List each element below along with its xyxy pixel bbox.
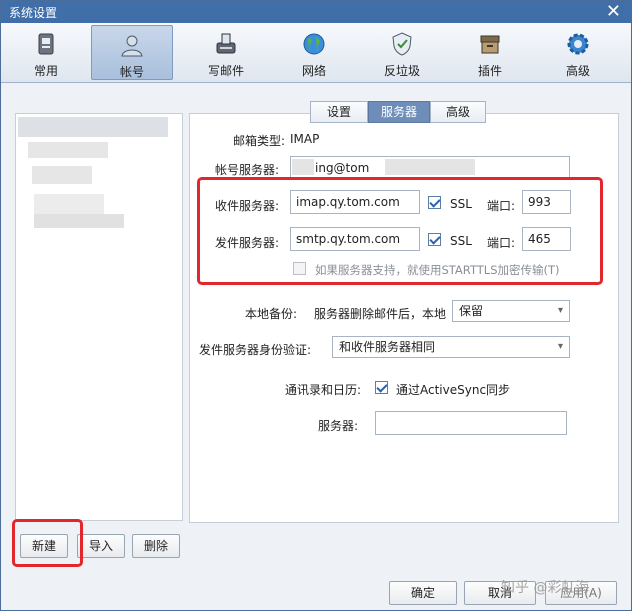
- toolbar-advanced[interactable]: 高级: [537, 25, 619, 80]
- account-server-value: ing@tom: [315, 161, 370, 175]
- toolbar-antispam[interactable]: 反垃圾: [361, 25, 443, 80]
- window-title: 系统设置: [9, 6, 58, 20]
- account-icon: [121, 35, 143, 57]
- toolbar-compose[interactable]: 写邮件: [185, 25, 267, 80]
- plugin-icon: [480, 35, 500, 54]
- redacted-text: [292, 159, 314, 175]
- redacted-account: [28, 142, 108, 158]
- chevron-down-icon: ▾: [557, 305, 563, 316]
- outgoing-ssl-label: SSL: [450, 234, 472, 248]
- tab-advanced[interactable]: 高级: [430, 101, 486, 123]
- title-bar: 系统设置 ✕: [1, 1, 631, 23]
- toolbar-plugin[interactable]: 插件: [449, 25, 531, 80]
- general-icon: [38, 33, 54, 55]
- chevron-down-icon: ▾: [557, 341, 563, 352]
- local-backup-value: 保留: [459, 304, 484, 318]
- tab-settings[interactable]: 设置: [310, 101, 368, 123]
- redacted-text: [385, 159, 475, 175]
- redacted-account: [34, 194, 104, 214]
- new-account-button[interactable]: 新建: [20, 534, 68, 558]
- toolbar-general[interactable]: 常用: [5, 25, 87, 80]
- incoming-server-label: 收件服务器:: [215, 199, 280, 213]
- redacted-account: [32, 166, 92, 184]
- toolbar-label: 插件: [477, 64, 502, 78]
- local-backup-select[interactable]: 保留 ▾: [452, 300, 570, 322]
- contacts-calendar-label: 通讯录和日历:: [285, 383, 362, 397]
- account-list[interactable]: [15, 113, 183, 521]
- toolbar-account[interactable]: 帐号: [91, 25, 173, 80]
- toolbar-network[interactable]: 网络: [273, 25, 355, 80]
- redacted-account: [34, 214, 124, 228]
- toolbar-label: 写邮件: [207, 64, 244, 78]
- toolbar: 常用 帐号 写邮件 网络 反垃圾 插件 高级: [1, 23, 631, 83]
- smtp-auth-value: 和收件服务器相同: [339, 340, 436, 354]
- incoming-port-label: 端口:: [487, 199, 516, 213]
- mailbox-type-label: 邮箱类型:: [233, 134, 286, 148]
- incoming-server-field[interactable]: imap.qy.tom.com: [290, 190, 420, 214]
- toolbar-label: 高级: [565, 64, 590, 78]
- smtp-auth-label: 发件服务器身份验证:: [199, 343, 312, 357]
- activesync-checkbox[interactable]: [375, 381, 388, 394]
- import-button[interactable]: 导入: [77, 534, 125, 558]
- incoming-port-field[interactable]: 993: [522, 190, 571, 214]
- mailbox-type-value: IMAP: [290, 132, 320, 146]
- outgoing-port-field[interactable]: 465: [522, 227, 571, 251]
- settings-window: 系统设置 ✕ 常用 帐号 写邮件 网络 反垃圾 插件 高级 新建 导入 删除 设…: [0, 0, 632, 611]
- activesync-server-label: 服务器:: [318, 419, 359, 433]
- toolbar-label: 帐号: [119, 65, 144, 79]
- network-icon: [303, 33, 325, 55]
- delete-button[interactable]: 删除: [132, 534, 180, 558]
- outgoing-port-label: 端口:: [487, 236, 516, 250]
- starttls-label: 如果服务器支持，就使用STARTTLS加密传输(T): [315, 263, 560, 277]
- outgoing-server-label: 发件服务器:: [215, 236, 280, 250]
- advanced-gear-icon: [567, 33, 589, 55]
- compose-icon: [216, 33, 236, 54]
- watermark-text: 知乎 @彩虹海: [501, 580, 590, 596]
- tab-server[interactable]: 服务器: [368, 101, 430, 123]
- redacted-account: [18, 117, 168, 137]
- local-backup-description: 服务器删除邮件后，本地: [314, 307, 447, 321]
- smtp-auth-select[interactable]: 和收件服务器相同 ▾: [332, 336, 570, 358]
- close-icon[interactable]: ✕: [606, 1, 621, 23]
- activesync-label: 通过ActiveSync同步: [396, 383, 511, 397]
- outgoing-server-field[interactable]: smtp.qy.tom.com: [290, 227, 420, 251]
- account-server-label: 帐号服务器:: [215, 163, 280, 177]
- toolbar-label: 反垃圾: [383, 64, 420, 78]
- toolbar-label: 网络: [301, 64, 326, 78]
- starttls-checkbox[interactable]: [293, 262, 306, 275]
- outgoing-ssl-checkbox[interactable]: [428, 233, 441, 246]
- ok-button[interactable]: 确定: [389, 581, 457, 605]
- incoming-ssl-checkbox[interactable]: [428, 196, 441, 209]
- toolbar-label: 常用: [33, 64, 58, 78]
- local-backup-label: 本地备份:: [245, 307, 298, 321]
- activesync-server-field[interactable]: [375, 411, 567, 435]
- antispam-shield-icon: [392, 32, 412, 56]
- incoming-ssl-label: SSL: [450, 197, 472, 211]
